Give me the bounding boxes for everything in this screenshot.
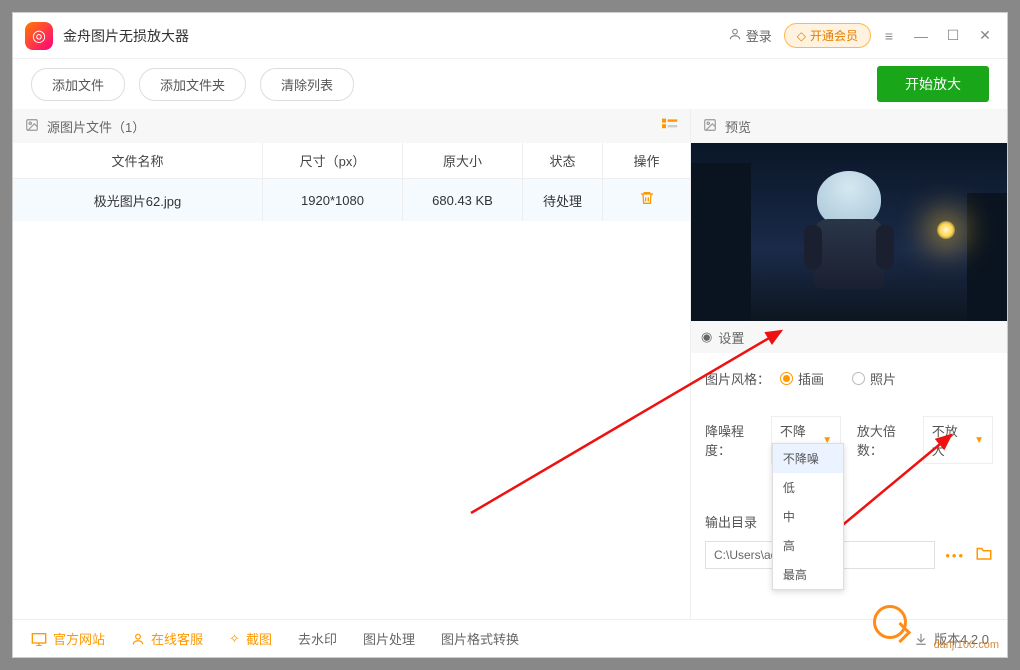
image-icon [703,118,717,135]
style-photo-label: 照片 [870,369,896,388]
sb-process[interactable]: 图片处理 [363,629,415,648]
toolbar: 添加文件 添加文件夹 清除列表 开始放大 [13,59,1007,109]
preview-image [691,143,1007,321]
sb-screenshot[interactable]: ✧ 截图 [229,629,272,648]
cell-name: 极光图片62.jpg [13,179,263,221]
style-photo-radio[interactable]: 照片 [852,369,896,388]
folder-icon[interactable] [975,545,993,566]
app-title: 金舟图片无损放大器 [63,26,720,46]
sb-screenshot-label: 截图 [246,629,272,648]
image-icon [25,118,39,135]
col-status: 状态 [523,143,603,178]
sb-convert[interactable]: 图片格式转换 [441,629,519,648]
noise-option[interactable]: 不降噪 [773,444,843,473]
clear-list-button[interactable]: 清除列表 [260,68,354,101]
table-row[interactable]: 极光图片62.jpg 1920*1080 680.43 KB 待处理 [13,179,690,221]
maximize-icon[interactable]: ☐ [939,22,967,50]
table-header: 文件名称 尺寸（px） 原大小 状态 操作 [13,143,690,179]
sb-process-label: 图片处理 [363,629,415,648]
app-window: ◎ 金舟图片无损放大器 登录 ◇ 开通会员 ≡ — ☐ ✕ 添加文件 添加文件夹… [12,12,1008,658]
login-label: 登录 [746,26,772,45]
minimize-icon[interactable]: — [907,22,935,50]
vip-label: 开通会员 [810,27,858,44]
titlebar: ◎ 金舟图片无损放大器 登录 ◇ 开通会员 ≡ — ☐ ✕ [13,13,1007,59]
user-icon [728,27,742,44]
chevron-down-icon: ▼ [974,435,984,446]
login-button[interactable]: 登录 [720,22,780,49]
sb-version-label: 版本4.2.0 [934,629,989,648]
diamond-icon: ◇ [797,29,806,43]
view-toggle-icon[interactable] [662,118,678,135]
source-panel-header: 源图片文件（1） [13,109,690,143]
cell-status: 待处理 [523,179,603,221]
sb-watermark[interactable]: 去水印 [298,629,337,648]
sb-version: 版本4.2.0 [914,629,989,648]
titlebar-actions: 登录 ◇ 开通会员 ≡ — ☐ ✕ [720,22,999,50]
noise-option[interactable]: 低 [773,473,843,502]
noise-option[interactable]: 高 [773,531,843,560]
start-enlarge-button[interactable]: 开始放大 [877,66,989,102]
radio-off-icon [852,372,865,385]
sb-website-label: 官方网站 [53,629,105,648]
settings-body: 图片风格： 插画 照片 降噪程度： 不降噪 ▼ [691,353,1007,619]
col-name: 文件名称 [13,143,263,178]
right-panel: 预览 ◉ 设置 图片风格： 插画 [691,109,1007,619]
cell-orig: 680.43 KB [403,179,523,221]
style-illustration-label: 插画 [798,369,824,388]
add-folder-button[interactable]: 添加文件夹 [139,68,246,101]
cell-size: 1920*1080 [263,179,403,221]
add-file-button[interactable]: 添加文件 [31,68,125,101]
sb-support-label: 在线客服 [151,629,203,648]
noise-dropdown: 不降噪 低 中 高 最高 [772,443,844,590]
sb-watermark-label: 去水印 [298,629,337,648]
scissors-icon: ✧ [229,631,240,647]
sb-website[interactable]: 官方网站 [31,629,105,648]
preview-title: 预览 [725,117,751,136]
menu-icon[interactable]: ≡ [875,22,903,50]
main-body: 源图片文件（1） 文件名称 尺寸（px） 原大小 状态 操作 极光图片62.jp… [13,109,1007,619]
app-logo-icon: ◎ [25,22,53,50]
statusbar: 官方网站 在线客服 ✧ 截图 去水印 图片处理 图片格式转换 版本4.2.0 [13,619,1007,657]
col-action: 操作 [603,143,690,178]
sb-support[interactable]: 在线客服 [131,629,203,648]
vip-button[interactable]: ◇ 开通会员 [784,23,871,48]
delete-icon[interactable] [639,190,655,211]
annotation-arrow-icon [461,313,801,523]
source-panel-title: 源图片文件（1） [47,117,145,136]
sb-convert-label: 图片格式转换 [441,629,519,648]
close-icon[interactable]: ✕ [971,22,999,50]
noise-option[interactable]: 中 [773,502,843,531]
col-size: 尺寸（px） [263,143,403,178]
preview-header: 预览 [691,109,1007,143]
col-orig: 原大小 [403,143,523,178]
noise-option[interactable]: 最高 [773,560,843,589]
